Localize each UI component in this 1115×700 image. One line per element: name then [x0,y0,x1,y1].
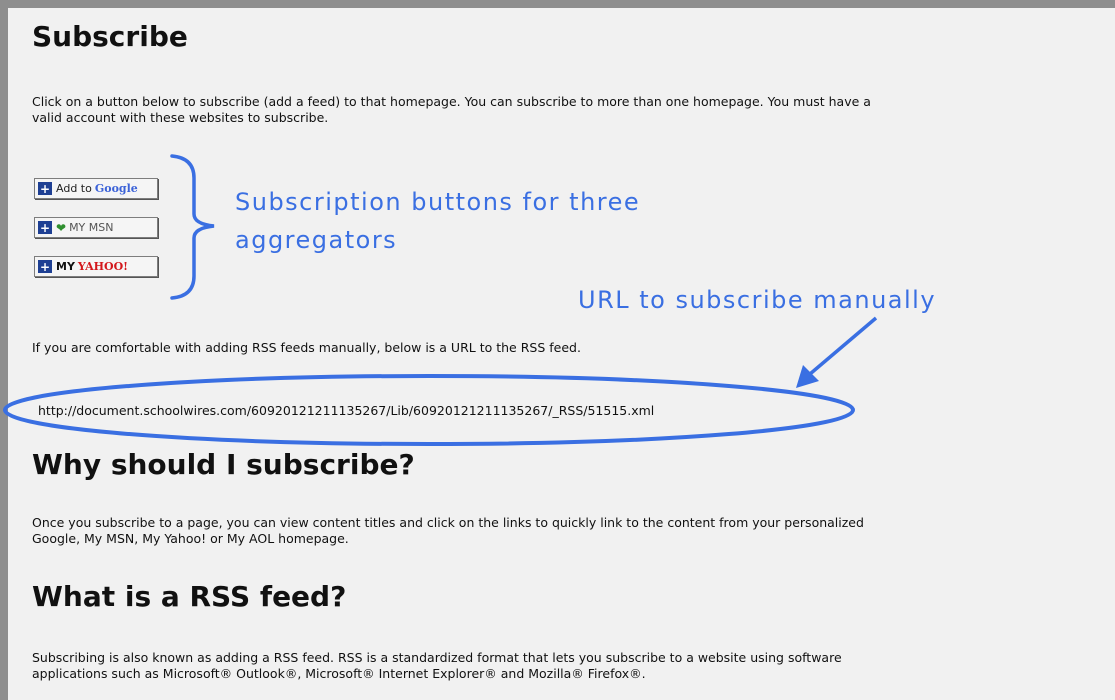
manual-rss-text: If you are comfortable with adding RSS f… [32,340,581,355]
what-is-rss-heading: What is a RSS feed? [32,580,347,613]
why-subscribe-line-2: Google, My MSN, My Yahoo! or My AOL home… [32,531,349,546]
arrow-shaft [808,316,878,376]
why-subscribe-heading: Why should I subscribe? [32,448,415,481]
what-is-rss-line-2: applications such as Microsoft® Outlook®… [32,666,646,681]
what-is-rss-line-1: Subscribing is also known as adding a RS… [32,650,842,665]
curly-brace-icon [170,154,215,300]
buttons-annotation-line-1: Subscription buttons for three [235,188,641,216]
why-subscribe-line-1: Once you subscribe to a page, you can vi… [32,515,864,530]
buttons-annotation-line-2: aggregators [235,226,398,254]
url-annotation-label: URL to subscribe manually [578,286,937,314]
rss-feed-url-link[interactable]: http://document.schoolwires.com/60920121… [38,403,654,419]
